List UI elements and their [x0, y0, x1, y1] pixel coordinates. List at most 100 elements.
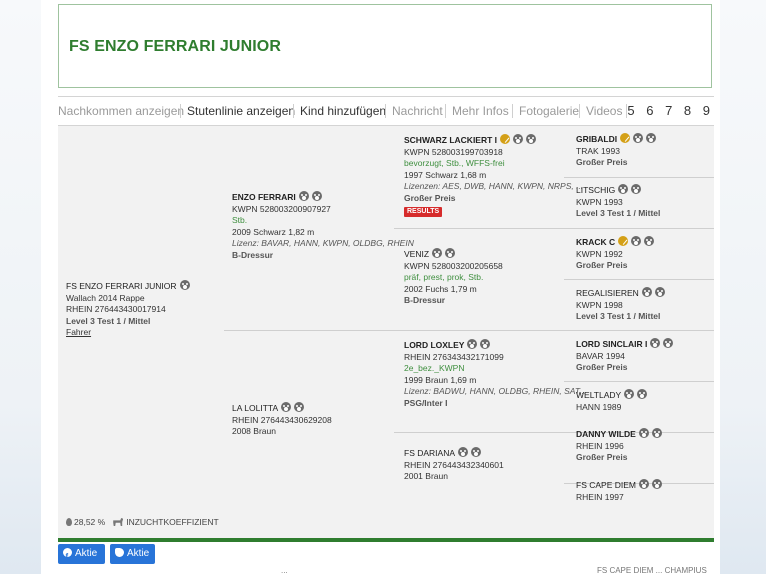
edit-icon[interactable] — [654, 287, 665, 297]
sire-level: B-Dressur — [232, 249, 274, 260]
horse-level: Großer Preis — [576, 260, 628, 271]
dam-name[interactable]: LA LOLITTA — [232, 403, 278, 413]
facebook-share-button[interactable]: Aktie — [58, 544, 105, 567]
facebook-icon — [63, 547, 72, 567]
nav-separator — [445, 104, 446, 118]
action-nav: Nachkommen anzeigen Stutenlinie anzeigen… — [58, 96, 714, 126]
people-icon[interactable] — [624, 389, 635, 399]
nav-nachricht[interactable]: Nachricht — [392, 104, 443, 118]
edit-icon[interactable] — [637, 389, 648, 399]
people-icon[interactable] — [458, 447, 469, 457]
people-icon[interactable] — [513, 134, 524, 144]
divider — [394, 228, 714, 229]
horse-info: 2001 Braun — [404, 471, 448, 482]
horse-level: Großer Preis — [576, 452, 628, 463]
pedigree-subject: FS ENZO FERRARI JUNIOR Wallach 2014 Rapp… — [66, 280, 190, 339]
horse-name[interactable]: VENIZ — [404, 249, 429, 259]
edit-icon[interactable] — [651, 479, 662, 489]
horse-name[interactable]: LORD LOXLEY — [404, 340, 464, 350]
subject-registration: RHEIN 276443430017914 — [66, 304, 166, 315]
facebook-share-label: Aktie — [75, 548, 98, 559]
horse-name[interactable]: FS DARIANA — [404, 448, 455, 458]
edit-icon[interactable] — [179, 280, 190, 290]
subject-discipline-link[interactable]: Fahrer — [66, 327, 190, 339]
people-icon[interactable] — [618, 184, 629, 194]
people-icon[interactable] — [633, 133, 644, 143]
people-icon[interactable] — [631, 236, 642, 246]
horse-name[interactable]: GRIBALDI — [576, 134, 617, 144]
pedigree-dam-dam: FS DARIANA RHEIN 276443432340601 2001 Br… — [404, 447, 504, 483]
people-icon[interactable] — [467, 339, 478, 349]
drop-icon — [66, 518, 72, 526]
horse-name[interactable]: LORD SINCLAIR I — [576, 339, 647, 349]
subject-name[interactable]: FS ENZO FERRARI JUNIOR — [66, 281, 177, 291]
horse-info: KWPN 1998 — [576, 299, 623, 310]
nav-fotogalerie[interactable]: Fotogalerie — [519, 104, 579, 118]
pedigree-g3-5: LORD SINCLAIR I BAVAR 1994 Großer Preis — [576, 338, 674, 374]
pedigree-g3-7: DANNY WILDE RHEIN 1996 Großer Preis — [576, 428, 662, 464]
horse-name[interactable]: LITSCHIG — [576, 185, 615, 195]
nav-separator — [180, 104, 181, 118]
twitter-share-button[interactable]: Aktie — [110, 544, 155, 564]
pedigree-grid: FS ENZO FERRARI JUNIOR Wallach 2014 Rapp… — [58, 126, 714, 538]
people-icon[interactable] — [298, 191, 309, 201]
horse-status: 2e_bez._KWPN — [404, 363, 465, 374]
nav-nachkommen-anzeigen[interactable]: Nachkommen anzeigen — [58, 104, 184, 118]
divider — [224, 330, 714, 331]
inbreeding-label: INZUCHTKOEFFIZIENT — [126, 517, 219, 527]
edit-icon[interactable] — [471, 447, 482, 457]
pedigree-sire-dam: VENIZ KWPN 528003200205658 präf, prest, … — [404, 248, 503, 307]
horse-info: RHEIN 1997 — [576, 491, 624, 502]
nav-stutenlinie-anzeigen[interactable]: Stutenlinie anzeigen — [187, 104, 295, 118]
twitter-share-label: Aktie — [127, 548, 150, 559]
horse-level: PSG/Inter I — [404, 397, 448, 408]
edit-icon[interactable] — [480, 339, 491, 349]
horse-info: KWPN 1993 — [576, 196, 623, 207]
horse-info: RHEIN 1996 — [576, 440, 624, 451]
horse-icon — [113, 518, 124, 526]
horse-name[interactable]: WELTLADY — [576, 390, 621, 400]
people-icon[interactable] — [638, 428, 649, 438]
divider — [564, 177, 714, 178]
edit-icon[interactable] — [663, 338, 674, 348]
horse-name[interactable]: KRACK C — [576, 237, 615, 247]
pedigree-sire-sire: SCHWARZ LACKIERT I KWPN 528003199703918 … — [404, 134, 583, 217]
nav-kind-hinzufuegen[interactable]: Kind hinzufügen — [300, 104, 386, 118]
edit-icon[interactable] — [631, 184, 642, 194]
pedigree-g3-2: LITSCHIG KWPN 1993 Level 3 Test 1 / Mitt… — [576, 184, 660, 220]
nav-mehr-infos[interactable]: Mehr Infos — [452, 104, 509, 118]
edit-icon[interactable] — [526, 134, 537, 144]
results-badge[interactable]: RESULTS — [404, 206, 443, 217]
sire-name[interactable]: ENZO FERRARI — [232, 192, 296, 202]
page-title: FS ENZO FERRARI JUNIOR — [69, 38, 281, 55]
edit-icon[interactable] — [651, 428, 662, 438]
edit-icon[interactable] — [646, 133, 657, 143]
pedigree-g3-8: FS CAPE DIEM RHEIN 1997 — [576, 479, 662, 503]
page-background-right — [720, 0, 766, 574]
medal-icon[interactable] — [500, 134, 511, 144]
medal-icon[interactable] — [618, 236, 629, 246]
horse-name[interactable]: SCHWARZ LACKIERT I — [404, 135, 497, 145]
horse-name[interactable]: REGALISIEREN — [576, 288, 639, 298]
people-icon[interactable] — [641, 287, 652, 297]
people-icon[interactable] — [638, 479, 649, 489]
sire-registration: KWPN 528003200907927 — [232, 203, 331, 214]
people-icon[interactable] — [650, 338, 661, 348]
dam-registration: RHEIN 276443430629208 — [232, 414, 332, 425]
sire-licenses: Lizenz: BAVAR, HANN, KWPN, OLDBG, RHEIN — [232, 238, 414, 249]
divider — [394, 432, 714, 433]
people-icon[interactable] — [432, 248, 443, 258]
horse-registration: KWPN 528003199703918 — [404, 146, 503, 157]
horse-name[interactable]: FS CAPE DIEM — [576, 480, 636, 490]
generation-selector[interactable]: 5 6 7 8 9 — [627, 103, 714, 118]
edit-icon[interactable] — [294, 402, 305, 412]
nav-videos[interactable]: Videos — [586, 104, 622, 118]
horse-name[interactable]: DANNY WILDE — [576, 429, 636, 439]
edit-icon[interactable] — [311, 191, 322, 201]
horse-licenses: Lizenzen: AES, DWB, HANN, KWPN, NRPS, ..… — [404, 181, 584, 192]
people-icon[interactable] — [281, 402, 292, 412]
edit-icon[interactable] — [445, 248, 456, 258]
edit-icon[interactable] — [644, 236, 655, 246]
medal-icon[interactable] — [620, 133, 631, 143]
divider — [564, 279, 714, 280]
